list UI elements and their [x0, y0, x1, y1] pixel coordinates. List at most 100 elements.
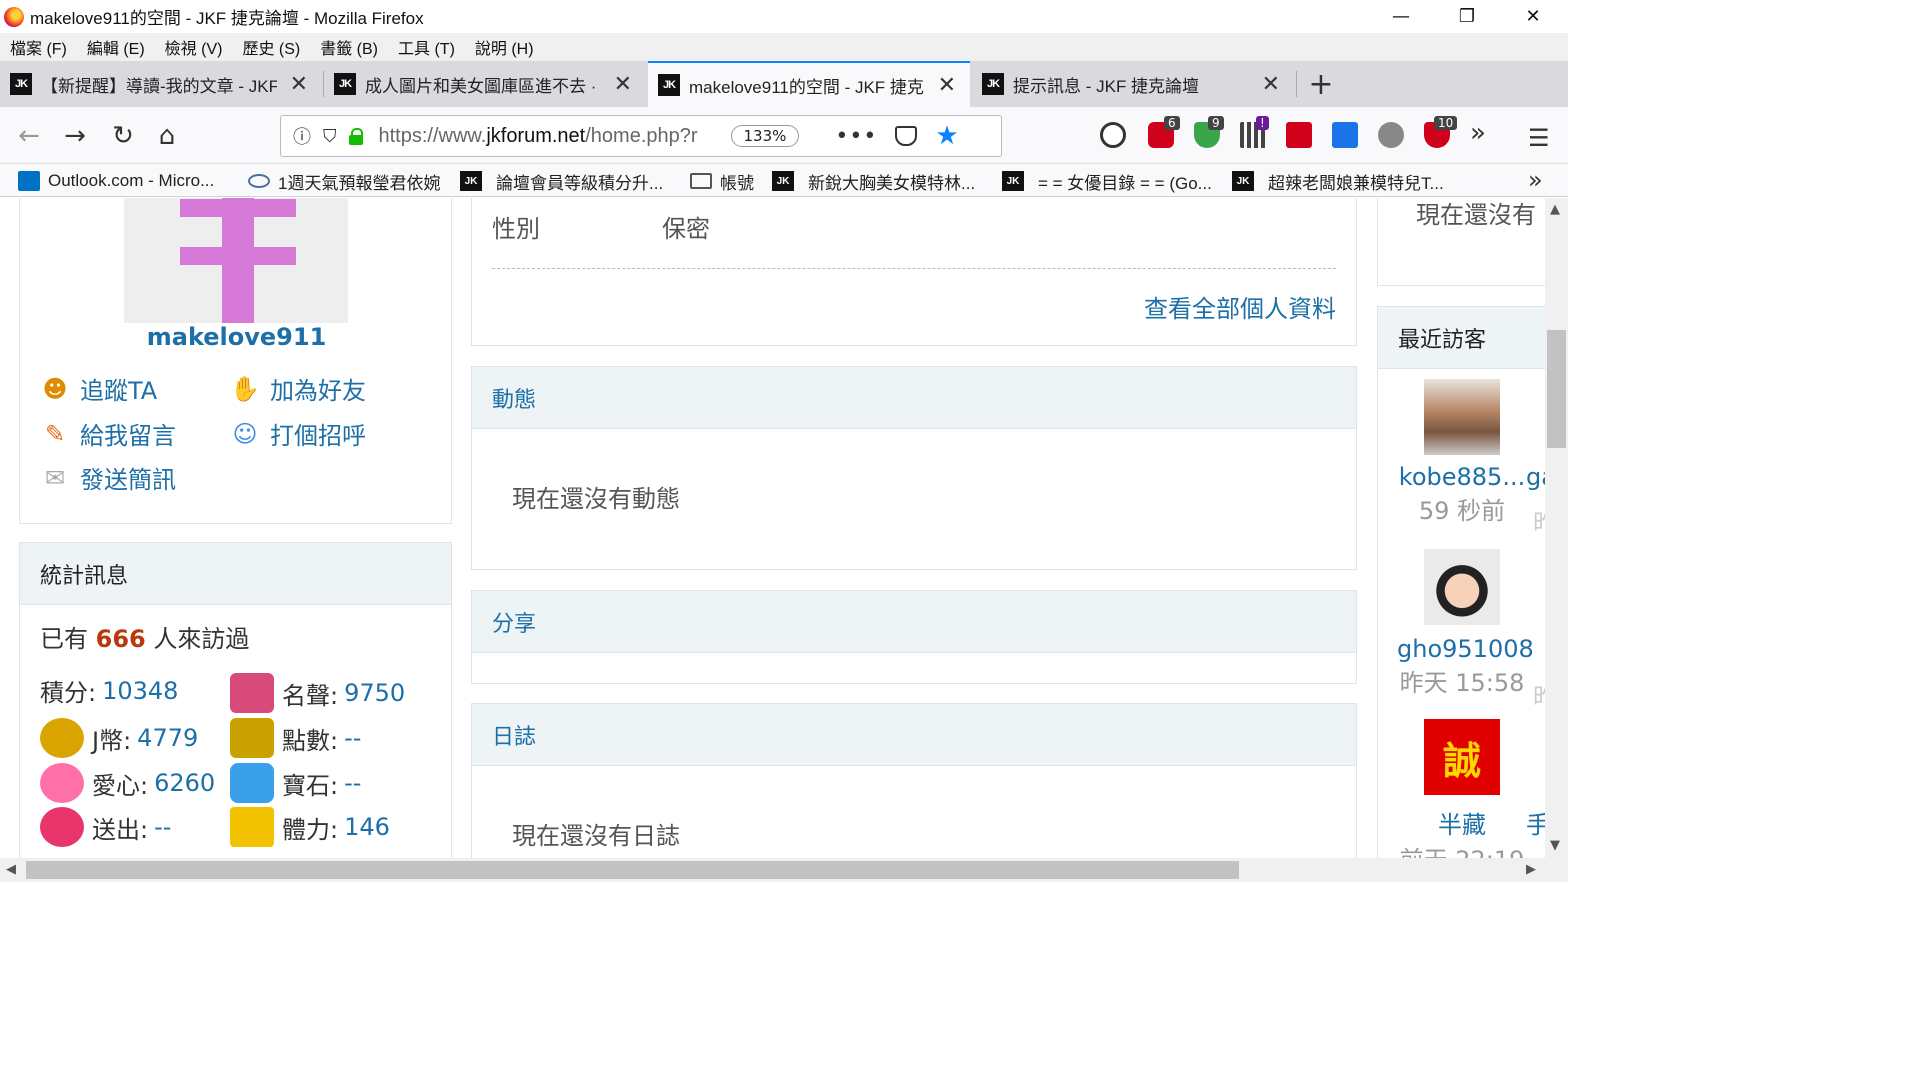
bookmark-model[interactable]: JK 新銳大胸美女模特林... — [772, 169, 975, 193]
vertical-scrollbar[interactable] — [1545, 198, 1568, 858]
url-text[interactable]: https://www.jkforum.net/home.php?r — [379, 125, 725, 148]
lock-icon[interactable] — [348, 128, 365, 145]
bookmark-outlook[interactable]: Outlook.com - Micro... — [18, 169, 214, 193]
close-window-button[interactable]: ✕ — [1500, 0, 1566, 33]
stat-label: 點數: — [282, 726, 339, 755]
activity-title[interactable]: 動態 — [472, 367, 1356, 429]
bookmark-label: 帳號 — [720, 173, 754, 193]
new-tab-button[interactable]: + — [1306, 61, 1336, 107]
visits-line: 已有 666 人來訪過 — [40, 619, 249, 654]
tab-close-icon[interactable]: ✕ — [1262, 71, 1280, 97]
horizontal-scroll-thumb[interactable] — [26, 861, 1239, 879]
visitor-name[interactable]: kobe885... — [1397, 463, 1527, 491]
gender-label: 性別 — [492, 215, 540, 243]
avatar[interactable] — [124, 198, 348, 323]
home-button[interactable]: ⌂ — [150, 119, 184, 153]
tab-notification[interactable]: JK 【新提醒】導讀-我的文章 - JKF ✕ — [0, 61, 322, 107]
action-label: 追蹤TA — [80, 377, 158, 405]
minimize-button[interactable]: — — [1368, 0, 1434, 33]
blog-card: 日誌 現在還沒有日誌 — [471, 703, 1357, 858]
menu-file[interactable]: 檔案 (F) — [10, 35, 67, 59]
tab-active-profile[interactable]: JK makelove911的空間 - JKF 捷克 ✕ — [648, 61, 970, 107]
account-icon[interactable] — [1100, 122, 1126, 148]
reload-button[interactable]: ↻ — [106, 119, 140, 153]
tab-close-icon[interactable]: ✕ — [614, 71, 632, 97]
hamburger-menu-icon[interactable]: ☰ — [1528, 124, 1550, 152]
tracking-shield-icon[interactable]: ⛉ — [323, 126, 337, 147]
right-top-card: 現在還沒有 — [1377, 198, 1545, 286]
menu-help[interactable]: 說明 (H) — [475, 35, 534, 59]
coin-icon — [40, 718, 84, 758]
greet-icon: ☺ — [232, 419, 258, 448]
share-card: 分享 — [471, 590, 1357, 684]
menu-tools[interactable]: 工具 (T) — [398, 35, 455, 59]
stat-value: 10348 — [102, 676, 179, 705]
visitor-name-partial[interactable]: ga — [1526, 463, 1545, 491]
tab-prompt-message[interactable]: JK 提示訊息 - JKF 捷克論壇 ✕ — [972, 61, 1294, 107]
add-friend-button[interactable]: ✋ 加為好友 — [230, 371, 366, 406]
visitor-name-partial[interactable]: 手 — [1526, 805, 1545, 840]
visitor-avatar-muscle[interactable] — [1424, 379, 1500, 455]
bookmark-folder-account[interactable]: 帳號 — [690, 169, 754, 193]
shield-red-badge: 10 — [1434, 116, 1458, 130]
energy-icon — [230, 807, 274, 847]
bookmark-boss-model[interactable]: JK 超辣老闆娘兼模特兒T... — [1232, 169, 1444, 193]
folder-icon — [690, 173, 712, 189]
send-message-button[interactable]: ✉ 發送簡訊 — [40, 460, 176, 495]
scroll-up-icon[interactable]: ▲ — [1550, 202, 1560, 217]
stat-label: J幣: — [92, 726, 132, 755]
pocket-icon[interactable] — [895, 126, 918, 146]
back-button[interactable]: ← — [12, 119, 46, 153]
stat-value: -- — [344, 769, 362, 797]
red-extension-icon[interactable] — [1286, 122, 1312, 148]
blog-title[interactable]: 日誌 — [472, 704, 1356, 766]
menu-history[interactable]: 歷史 (S) — [242, 35, 300, 59]
jk-favicon-icon: JK — [10, 73, 32, 95]
s-extension-icon[interactable] — [1332, 122, 1358, 148]
menu-view[interactable]: 檢視 (V) — [165, 35, 223, 59]
view-all-profile-link[interactable]: 查看全部個人資料 — [1144, 289, 1336, 324]
menu-bookmarks[interactable]: 書籤 (B) — [320, 35, 378, 59]
stat-label: 積分: — [40, 679, 97, 707]
bookmark-av-index[interactable]: JK = = 女優目錄 = = (Go... — [1002, 169, 1212, 193]
tab-label: 【新提醒】導讀-我的文章 - JKF — [41, 76, 277, 96]
share-title[interactable]: 分享 — [472, 591, 1356, 653]
menu-edit[interactable]: 編輯 (E) — [87, 35, 145, 59]
leave-message-button[interactable]: ✎ 給我留言 — [40, 416, 176, 451]
profile-username[interactable]: makelove911 — [20, 323, 453, 351]
page-content: makelove911 ☻ 追蹤TA ✋ 加為好友 ✎ 給我留言 ☺ 打個招呼 ✉ 發送簡… — [0, 198, 1545, 858]
scroll-right-icon[interactable]: ▶ — [1526, 862, 1536, 877]
jk-favicon-icon: JK — [658, 74, 680, 96]
page-actions-icon[interactable]: ••• — [835, 124, 877, 149]
tab-close-icon[interactable]: ✕ — [938, 72, 956, 98]
visitor-avatar-seal[interactable]: 誠 — [1424, 719, 1500, 795]
scroll-left-icon[interactable]: ◀ — [6, 862, 16, 877]
bookmarks-toolbar: Outlook.com - Micro... 1週天氣預報瑩君依婉 JK 論壇會… — [0, 164, 1568, 197]
address-bar[interactable]: ⓘ ⛉ https://www.jkforum.net/home.php?r 1… — [280, 115, 1002, 157]
bookmark-label: = = 女優目錄 = = (Go... — [1038, 173, 1212, 193]
scroll-down-icon[interactable]: ▼ — [1550, 838, 1560, 853]
visitor-name[interactable]: gho951008 — [1397, 635, 1534, 663]
zoom-indicator[interactable]: 133% — [730, 125, 800, 147]
vertical-scroll-thumb[interactable] — [1547, 330, 1566, 448]
stat-value: 4779 — [137, 724, 199, 752]
greet-button[interactable]: ☺ 打個招呼 — [230, 416, 366, 451]
toolbar-overflow-icon[interactable]: » — [1470, 118, 1486, 148]
bookmark-forum-levels[interactable]: JK 論壇會員等級積分升... — [460, 169, 663, 193]
circle-extension-icon[interactable] — [1378, 122, 1404, 148]
bookmark-star-icon[interactable]: ★ — [935, 121, 958, 151]
bookmark-weather[interactable]: 1週天氣預報瑩君依婉 — [248, 169, 440, 193]
tab-close-icon[interactable]: ✕ — [290, 71, 308, 97]
tab-adult-images[interactable]: JK 成人圖片和美女圖庫區進不去 · ✕ — [324, 61, 646, 107]
visitor-name[interactable]: 半藏 — [1397, 805, 1527, 840]
forward-button[interactable]: → — [58, 119, 92, 153]
restore-button[interactable]: ❐ — [1434, 0, 1500, 33]
adblock-badge: 6 — [1164, 116, 1180, 130]
bookmarks-overflow-icon[interactable]: » — [1528, 166, 1543, 194]
stat-gem: 寶石: -- — [230, 763, 361, 803]
tab-label: makelove911的空間 - JKF 捷克 — [689, 77, 924, 97]
tab-label: 提示訊息 - JKF 捷克論壇 — [1013, 76, 1200, 96]
info-icon[interactable]: ⓘ — [293, 123, 311, 149]
visitor-avatar-cartoon[interactable] — [1424, 549, 1500, 625]
follow-button[interactable]: ☻ 追蹤TA — [40, 371, 157, 406]
